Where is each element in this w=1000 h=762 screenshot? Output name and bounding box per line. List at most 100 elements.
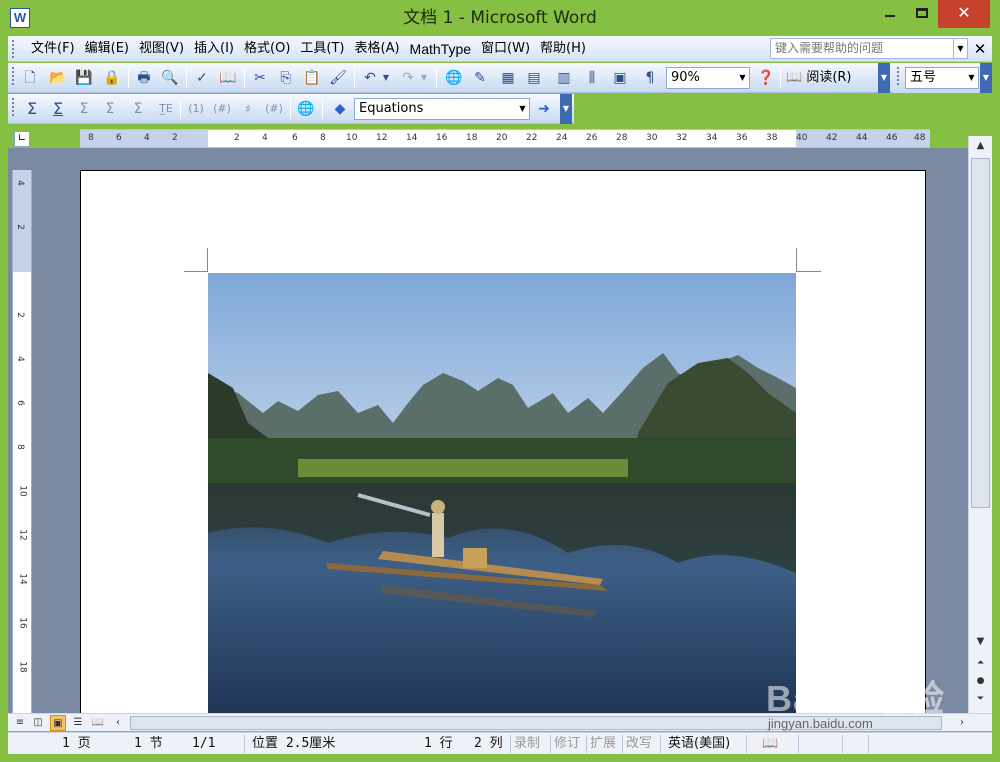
menu-items: 文件(F) 编辑(E) 视图(V) 插入(I) 格式(O) 工具(T) 表格(A…: [26, 36, 591, 62]
zoom-dropdown-icon[interactable]: ▼: [736, 67, 750, 89]
previous-equation-icon[interactable]: ◆: [330, 99, 350, 119]
redo-icon[interactable]: ↷: [398, 68, 418, 88]
menu-help[interactable]: 帮助(H): [535, 36, 591, 62]
spelling-icon[interactable]: ✓: [192, 68, 212, 88]
browse-object-icon[interactable]: ●: [969, 672, 992, 690]
format-painter-icon[interactable]: 🖌: [328, 68, 348, 88]
horizontal-ruler[interactable]: 8 6 4 2 2 4 6 8 10 12 14 16 18 20 22 24 …: [80, 129, 930, 148]
status-record[interactable]: 录制: [514, 735, 540, 753]
menu-table[interactable]: 表格(A): [350, 36, 405, 62]
ruler-label: 6: [116, 133, 122, 143]
research-icon[interactable]: 📖: [218, 68, 238, 88]
scroll-right-icon[interactable]: ›: [954, 715, 970, 731]
next-page-icon[interactable]: ⏷: [969, 690, 992, 708]
equations-combo[interactable]: Equations: [354, 98, 518, 120]
mathtype-web-icon[interactable]: 🌐: [296, 99, 316, 119]
columns-icon[interactable]: ▥: [554, 68, 574, 88]
ruler-label: 36: [736, 133, 748, 143]
outline-view-icon[interactable]: ☰: [70, 715, 86, 731]
print-preview-icon[interactable]: 🔍: [160, 68, 180, 88]
inline-equation-icon[interactable]: Σ: [48, 99, 68, 119]
insert-number-icon[interactable]: (1): [186, 99, 206, 119]
minimize-button[interactable]: [872, 0, 908, 28]
paste-icon[interactable]: 📋: [302, 68, 322, 88]
vertical-ruler[interactable]: 4 2 2 4 6 8 10 12 14 16 18: [12, 170, 32, 714]
web-view-icon[interactable]: ◫: [30, 715, 46, 731]
help-icon[interactable]: ❓: [756, 68, 776, 88]
redo-dropdown-icon[interactable]: ▼: [418, 68, 430, 88]
chapter-break-icon[interactable]: ♯: [238, 99, 258, 119]
save-icon[interactable]: 💾: [74, 68, 94, 88]
undo-icon[interactable]: ↶: [360, 68, 380, 88]
reading-layout-button[interactable]: 📖 阅读(R): [786, 67, 852, 89]
permission-icon[interactable]: 🔒: [102, 68, 122, 88]
status-track-changes[interactable]: 修订: [554, 735, 580, 753]
scroll-left-icon[interactable]: ‹: [110, 715, 126, 731]
update-numbers-icon[interactable]: (#): [264, 99, 284, 119]
font-size-combo[interactable]: 五号: [905, 67, 967, 89]
status-overtype[interactable]: 改写: [626, 735, 652, 753]
next-equation-icon[interactable]: ➜: [534, 99, 554, 119]
menu-window[interactable]: 窗口(W): [476, 36, 535, 62]
help-dropdown-icon[interactable]: ▼: [954, 38, 968, 59]
hyperlink-icon[interactable]: 🌐: [444, 68, 464, 88]
inserted-photo[interactable]: [208, 273, 796, 714]
insert-excel-icon[interactable]: ▤: [524, 68, 544, 88]
menu-insert[interactable]: 插入(I): [189, 36, 239, 62]
scroll-up-icon[interactable]: ▲: [969, 136, 992, 156]
crop-mark: [207, 248, 208, 272]
menu-view[interactable]: 视图(V): [134, 36, 189, 62]
open-folder-icon[interactable]: 📂: [48, 68, 68, 88]
sum-icon[interactable]: Σ: [22, 99, 42, 119]
toolbar-grip[interactable]: [12, 40, 16, 58]
vertical-scrollbar[interactable]: ▲ ▼ ⏶ ● ⏷: [968, 136, 992, 714]
document-map-icon[interactable]: ▣: [610, 68, 630, 88]
status-line: 1 行: [424, 736, 453, 751]
vertical-scroll-thumb[interactable]: [971, 158, 990, 508]
drawing-icon[interactable]: ⫼: [582, 68, 602, 88]
display-equation-icon[interactable]: Σ: [74, 99, 94, 119]
show-hide-icon[interactable]: ¶: [640, 68, 660, 88]
toolbar-options-icon[interactable]: ▼: [560, 94, 572, 124]
print-view-icon[interactable]: ▣: [50, 715, 66, 731]
spelling-status-icon[interactable]: 📖: [762, 735, 778, 753]
toolbar-grip[interactable]: [12, 67, 16, 85]
font-size-dropdown-icon[interactable]: ▼: [965, 67, 979, 89]
scroll-down-icon[interactable]: ▼: [969, 632, 992, 652]
close-button[interactable]: ✕: [938, 0, 990, 28]
toolbar-grip[interactable]: [12, 98, 16, 116]
document-close-button[interactable]: ✕: [971, 36, 989, 62]
toolbar-grip[interactable]: [897, 67, 901, 85]
new-document-icon[interactable]: 🗋: [20, 68, 40, 88]
menu-tools[interactable]: 工具(T): [295, 36, 349, 62]
previous-page-icon[interactable]: ⏶: [969, 654, 992, 672]
right-numbered-icon[interactable]: Σ: [100, 99, 120, 119]
menu-edit[interactable]: 编辑(E): [80, 36, 134, 62]
toolbar-options-icon[interactable]: ▼: [878, 63, 890, 93]
status-language[interactable]: 英语(美国): [668, 735, 730, 753]
normal-view-icon[interactable]: ≡: [12, 715, 28, 731]
toolbar-options-icon[interactable]: ▼: [980, 63, 992, 93]
insert-reference-icon[interactable]: (#): [212, 99, 232, 119]
math-tex-icon[interactable]: T̲E: [156, 99, 176, 119]
tables-borders-icon[interactable]: ✎: [470, 68, 490, 88]
status-extend[interactable]: 扩展: [590, 735, 616, 753]
crop-mark: [184, 271, 208, 272]
zoom-combo[interactable]: 90%: [666, 67, 738, 89]
insert-table-icon[interactable]: ▦: [498, 68, 518, 88]
undo-dropdown-icon[interactable]: ▼: [380, 68, 392, 88]
left-numbered-icon[interactable]: Σ: [128, 99, 148, 119]
maximize-button[interactable]: [908, 0, 936, 28]
menu-mathtype[interactable]: MathType: [405, 36, 476, 62]
menu-file[interactable]: 文件(F): [26, 36, 80, 62]
help-search-input[interactable]: 键入需要帮助的问题: [770, 38, 954, 59]
tab-selector-icon[interactable]: ∟: [14, 131, 30, 147]
equations-dropdown-icon[interactable]: ▼: [516, 98, 530, 120]
menu-format[interactable]: 格式(O): [239, 36, 295, 62]
copy-icon[interactable]: ⎘: [276, 68, 296, 88]
ruler-label: 4: [14, 356, 25, 362]
print-icon[interactable]: 🖶: [134, 68, 154, 88]
title-bar[interactable]: W 文档 1 - Microsoft Word ✕: [0, 0, 1000, 36]
cut-icon[interactable]: ✂: [250, 68, 270, 88]
reading-view-icon[interactable]: 📖: [90, 715, 106, 731]
